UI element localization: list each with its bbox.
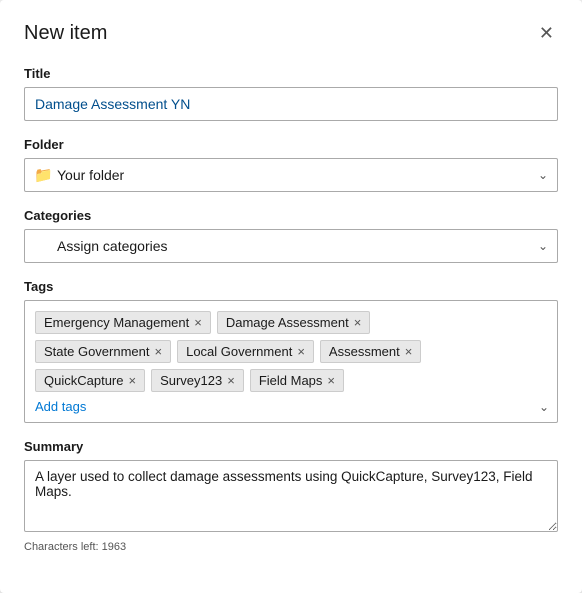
tag-text: Local Government (186, 344, 292, 359)
tag-local-government: Local Government × (177, 340, 314, 363)
folder-select[interactable]: Your folder (24, 158, 558, 192)
tags-expand-chevron-icon: ⌄ (539, 400, 549, 414)
tag-field-maps: Field Maps × (250, 369, 344, 392)
title-label: Title (24, 66, 558, 81)
tag-text: Survey123 (160, 373, 222, 388)
tag-text: Assessment (329, 344, 400, 359)
tag-text: Damage Assessment (226, 315, 349, 330)
title-field-group: Title (24, 66, 558, 121)
tag-damage-assessment: Damage Assessment × (217, 311, 370, 334)
tag-remove-emergency-management[interactable]: × (194, 316, 202, 329)
tag-remove-survey123[interactable]: × (227, 374, 235, 387)
tag-remove-damage-assessment[interactable]: × (354, 316, 362, 329)
tags-container: Emergency Management × Damage Assessment… (24, 300, 558, 423)
close-button[interactable]: ✕ (535, 20, 558, 46)
dialog-title: New item (24, 22, 107, 45)
tags-row-1: Emergency Management × Damage Assessment… (35, 311, 547, 334)
tag-remove-field-maps[interactable]: × (327, 374, 335, 387)
tags-row-2: State Government × Local Government × As… (35, 340, 547, 363)
folder-label: Folder (24, 137, 558, 152)
tag-remove-state-government[interactable]: × (155, 345, 163, 358)
new-item-dialog: New item ✕ Title Folder 📁 Your folder ⌄ … (0, 0, 582, 593)
dialog-header: New item ✕ (24, 20, 558, 46)
summary-field-group: Summary A layer used to collect damage a… (24, 439, 558, 553)
tag-state-government: State Government × (35, 340, 171, 363)
folder-select-wrapper: 📁 Your folder ⌄ (24, 158, 558, 192)
tags-row-3: QuickCapture × Survey123 × Field Maps × (35, 369, 547, 392)
tags-label: Tags (24, 279, 558, 294)
summary-label: Summary (24, 439, 558, 454)
categories-field-group: Categories Assign categories ⌄ (24, 208, 558, 263)
tag-text: Field Maps (259, 373, 323, 388)
tag-remove-quickcapture[interactable]: × (128, 374, 136, 387)
tag-survey123: Survey123 × (151, 369, 244, 392)
tag-quickcapture: QuickCapture × (35, 369, 145, 392)
tag-assessment: Assessment × (320, 340, 421, 363)
categories-select-wrapper: Assign categories ⌄ (24, 229, 558, 263)
categories-label: Categories (24, 208, 558, 223)
tag-remove-local-government[interactable]: × (297, 345, 305, 358)
add-tags-button[interactable]: Add tags (35, 399, 86, 414)
folder-field-group: Folder 📁 Your folder ⌄ (24, 137, 558, 192)
title-input[interactable] (24, 87, 558, 121)
tag-emergency-management: Emergency Management × (35, 311, 211, 334)
categories-select[interactable]: Assign categories (24, 229, 558, 263)
summary-textarea[interactable]: A layer used to collect damage assessmen… (24, 460, 558, 532)
tag-text: Emergency Management (44, 315, 189, 330)
tag-remove-assessment[interactable]: × (405, 345, 413, 358)
add-tags-row: Add tags (35, 398, 547, 416)
tag-text: QuickCapture (44, 373, 123, 388)
tags-field-group: Tags Emergency Management × Damage Asses… (24, 279, 558, 423)
tag-text: State Government (44, 344, 150, 359)
char-count: Characters left: 1963 (24, 541, 558, 553)
